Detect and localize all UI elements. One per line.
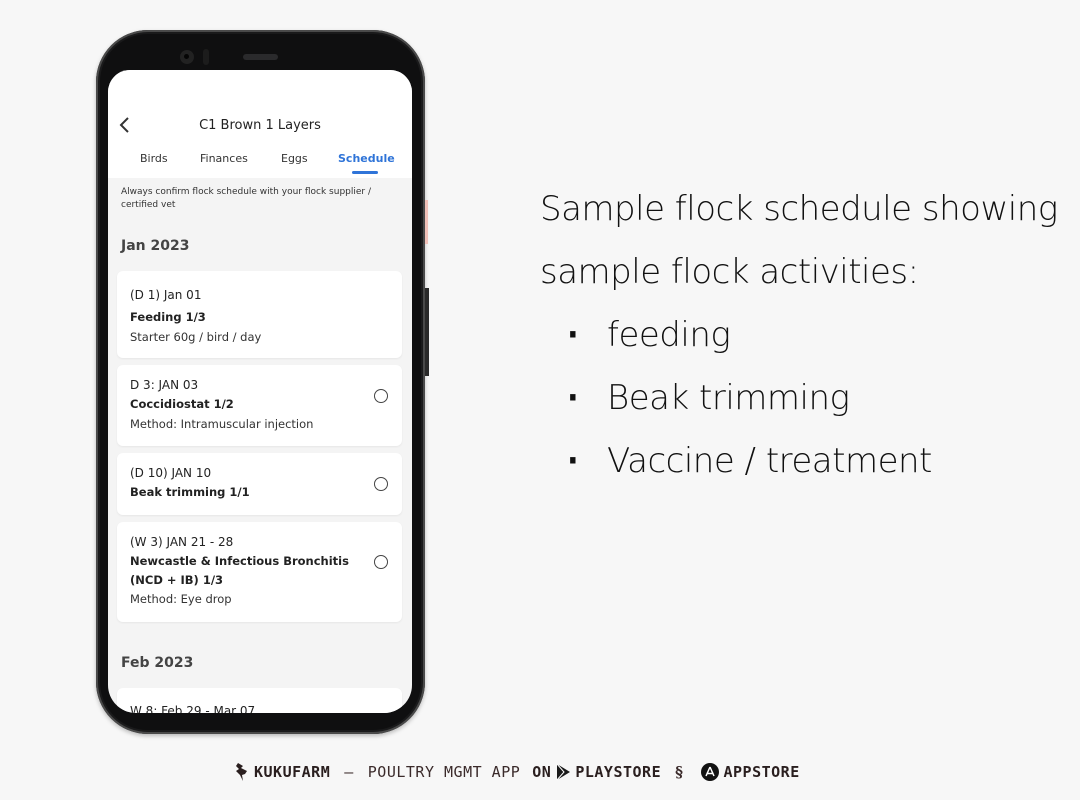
caption-text: Sample flock schedule showing sample flo… [540, 178, 1058, 493]
brand-name: KUKUFARM [254, 763, 331, 781]
appstore-link[interactable]: APPSTORE [723, 763, 799, 781]
schedule-notice: Always confirm flock schedule with your … [121, 187, 371, 210]
schedule-card[interactable]: D 3: JAN 03 Coccidiostat 1/2 Method: Int… [117, 365, 402, 446]
complete-radio[interactable] [374, 477, 388, 491]
appstore-icon [701, 763, 720, 781]
month-header: Feb 2023 [121, 655, 194, 671]
card-detail: Method: Intramuscular injection [130, 417, 314, 431]
footer-on: ON [532, 763, 552, 781]
tab-bar: Birds Finances Eggs Schedule [108, 152, 412, 178]
footer-text: POULTRY MGMT APP [367, 763, 521, 781]
caption-bullet: feeding [540, 304, 1058, 367]
card-title: Coccidiostat 1/2 [130, 397, 234, 411]
footer-banner: KUKUFARM — POULTRY MGMT APP ON PLAYSTORE… [230, 760, 800, 784]
phone-screen: C1 Brown 1 Layers Birds Finances Eggs Sc… [108, 70, 412, 713]
caption-bullet: Vaccine / treatment [540, 430, 1058, 493]
card-date: D 3: JAN 03 [130, 378, 199, 392]
speaker-grille [243, 54, 278, 60]
tab-birds[interactable]: Birds [140, 152, 168, 165]
play-icon [556, 763, 571, 781]
tab-finances[interactable]: Finances [200, 152, 248, 165]
playstore-link[interactable]: PLAYSTORE [575, 763, 661, 781]
footer-dash: — [344, 763, 354, 781]
camera-icon [180, 50, 194, 64]
rooster-icon [236, 763, 247, 781]
card-date: W 8: Feb 29 - Mar 07 [130, 704, 256, 713]
schedule-card[interactable]: (D 10) JAN 10 Beak trimming 1/1 [117, 453, 402, 515]
card-detail: Method: Eye drop [130, 592, 232, 606]
card-date: (D 10) JAN 10 [130, 466, 212, 480]
complete-radio[interactable] [374, 555, 388, 569]
card-date: (D 1) Jan 01 [130, 288, 202, 302]
card-title: Feeding 1/3 [130, 310, 206, 324]
caption-bullet: Beak trimming [540, 367, 1058, 430]
card-title: Newcastle & Infectious Bronchitis (NCD +… [130, 554, 349, 587]
page-title: C1 Brown 1 Layers [199, 118, 321, 133]
month-header: Jan 2023 [121, 238, 190, 254]
app-bar: C1 Brown 1 Layers Birds Finances Eggs Sc… [108, 70, 412, 178]
complete-radio[interactable] [374, 389, 388, 403]
footer-separator: § [675, 763, 684, 781]
card-title: Beak trimming 1/1 [130, 485, 250, 499]
active-tab-indicator [352, 171, 378, 174]
caption-line: Sample flock schedule showing [540, 189, 1058, 229]
schedule-card[interactable]: W 8: Feb 29 - Mar 07 [117, 688, 402, 713]
caption-line: sample flock activities: [540, 252, 919, 292]
sensor-icon [203, 49, 209, 65]
tab-schedule[interactable]: Schedule [338, 152, 395, 165]
schedule-card[interactable]: (W 3) JAN 21 - 28 Newcastle & Infectious… [117, 522, 402, 622]
tab-eggs[interactable]: Eggs [281, 152, 308, 165]
phone-side-button [425, 200, 428, 244]
phone-power-button [425, 288, 429, 376]
card-detail: Starter 60g / bird / day [130, 330, 262, 344]
card-date: (W 3) JAN 21 - 28 [130, 535, 234, 549]
schedule-card[interactable]: (D 1) Jan 01 Feeding 1/3 Starter 60g / b… [117, 271, 402, 358]
